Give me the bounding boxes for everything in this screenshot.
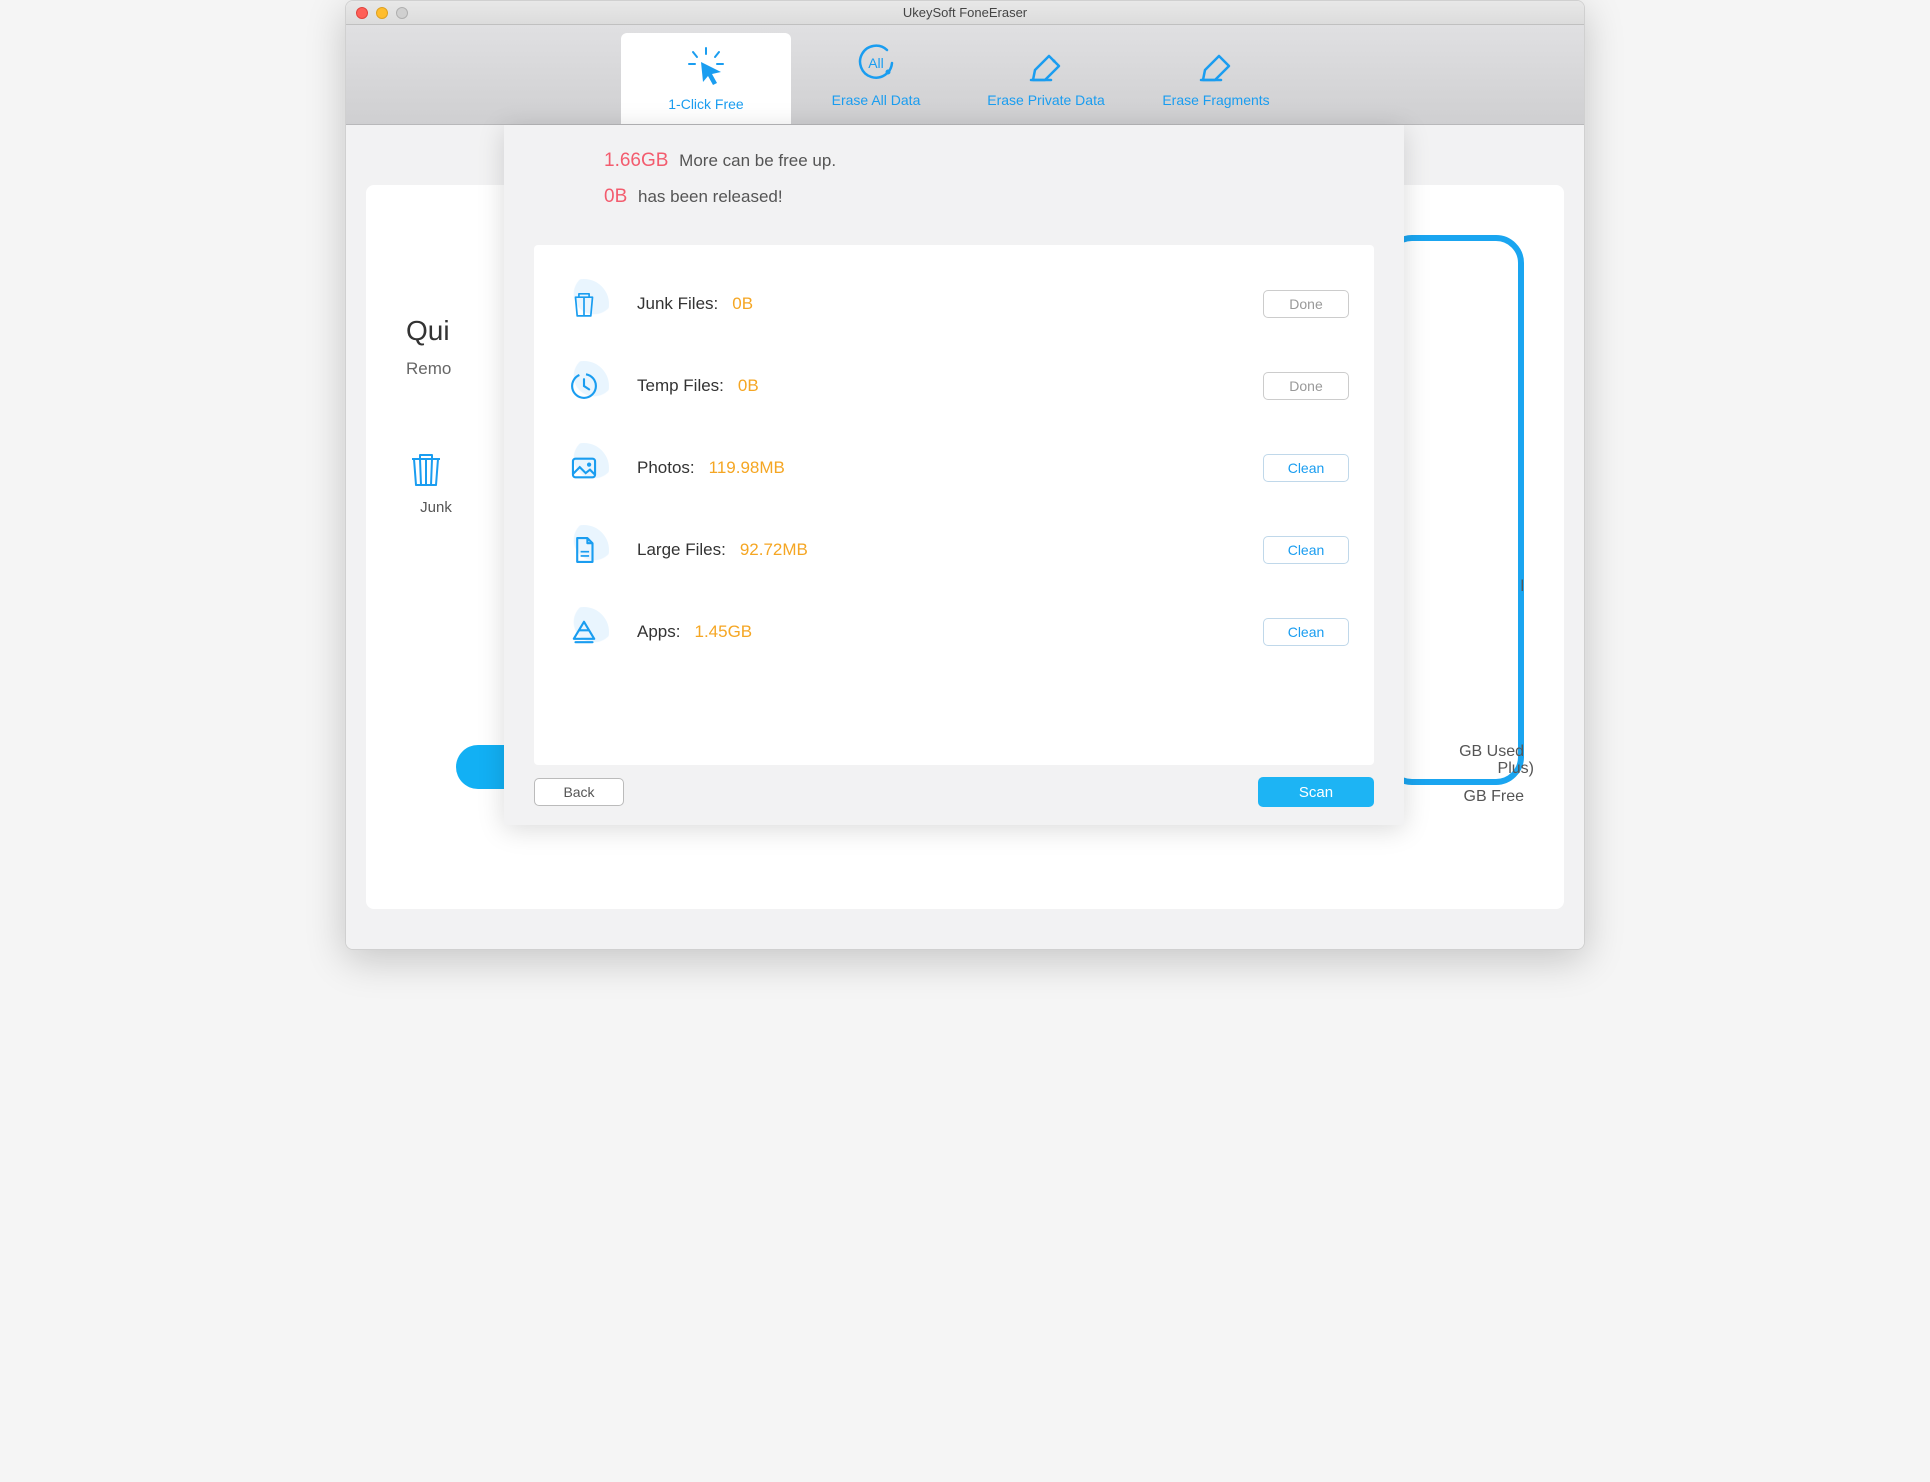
tab-label: Erase Private Data (987, 92, 1105, 108)
back-button[interactable]: Back (534, 778, 624, 806)
largefiles-clean-button[interactable]: Clean (1263, 536, 1349, 564)
row-value: 119.98MB (709, 458, 785, 478)
scan-results-panel: 1.66GB More can be free up. 0B has been … (504, 125, 1404, 825)
row-apps: Apps: 1.45GB Clean (559, 591, 1349, 673)
svg-text:All: All (868, 55, 884, 71)
app-window: UkeySoft FoneEraser 1-Click Free (345, 0, 1585, 950)
photo-icon (559, 443, 609, 493)
row-value: 0B (738, 376, 759, 396)
temp-done-button[interactable]: Done (1263, 372, 1349, 400)
bg-junk-item: Junk (406, 449, 466, 516)
tab-erase-fragments[interactable]: Erase Fragments (1131, 25, 1301, 124)
row-label: Temp Files: (637, 376, 724, 396)
row-junk-files: Junk Files: 0B Done (559, 263, 1349, 345)
phone-model: Plus) (1498, 760, 1534, 778)
freeup-text: More can be free up. (679, 151, 836, 170)
row-label: Apps: (637, 622, 680, 642)
apps-icon (559, 607, 609, 657)
tab-label: 1-Click Free (668, 96, 743, 112)
junk-done-button[interactable]: Done (1263, 290, 1349, 318)
panel-footer: Back Scan (534, 777, 1374, 807)
released-amount: 0B (604, 186, 627, 207)
row-photos: Photos: 119.98MB Clean (559, 427, 1349, 509)
row-value: 92.72MB (740, 540, 808, 560)
phone-storage-info: l GB Used GB Free (1459, 565, 1524, 819)
tab-label: Erase Fragments (1162, 92, 1269, 108)
clock-icon (559, 361, 609, 411)
erase-private-icon (1025, 42, 1067, 84)
freeup-amount: 1.66GB (604, 150, 668, 171)
bg-item-label: Junk (406, 499, 466, 516)
scan-button[interactable]: Scan (1258, 777, 1374, 807)
toolbar: 1-Click Free All Erase All Data Erase P (346, 25, 1584, 125)
tab-1click-free[interactable]: 1-Click Free (621, 33, 791, 124)
titlebar: UkeySoft FoneEraser (346, 1, 1584, 25)
row-label: Photos: (637, 458, 695, 478)
file-icon (559, 525, 609, 575)
window-title: UkeySoft FoneEraser (346, 5, 1584, 20)
summary: 1.66GB More can be free up. 0B has been … (504, 125, 1404, 237)
summary-released: 0B has been released! (604, 186, 1374, 208)
category-list: Junk Files: 0B Done Temp Files: 0B Done (534, 245, 1374, 765)
erase-all-icon: All (855, 42, 897, 84)
row-label: Large Files: (637, 540, 726, 560)
photos-clean-button[interactable]: Clean (1263, 454, 1349, 482)
storage-free: GB Free (1459, 775, 1524, 820)
row-value: 1.45GB (694, 622, 752, 642)
apps-clean-button[interactable]: Clean (1263, 618, 1349, 646)
tab-erase-all[interactable]: All Erase All Data (791, 25, 961, 124)
erase-fragments-icon (1195, 42, 1237, 84)
content-area: Qui Remo Junk l GB Used GB Free Plus) 1.… (346, 125, 1584, 949)
row-label: Junk Files: (637, 294, 718, 314)
trash-icon (406, 449, 446, 489)
trash-icon (559, 279, 609, 329)
phone-letter: l (1459, 565, 1524, 610)
row-temp-files: Temp Files: 0B Done (559, 345, 1349, 427)
released-text: has been released! (638, 187, 783, 206)
click-free-icon (685, 46, 727, 88)
row-value: 0B (732, 294, 753, 314)
tab-erase-private[interactable]: Erase Private Data (961, 25, 1131, 124)
summary-freeup: 1.66GB More can be free up. (604, 150, 1374, 172)
row-large-files: Large Files: 92.72MB Clean (559, 509, 1349, 591)
tab-label: Erase All Data (832, 92, 921, 108)
